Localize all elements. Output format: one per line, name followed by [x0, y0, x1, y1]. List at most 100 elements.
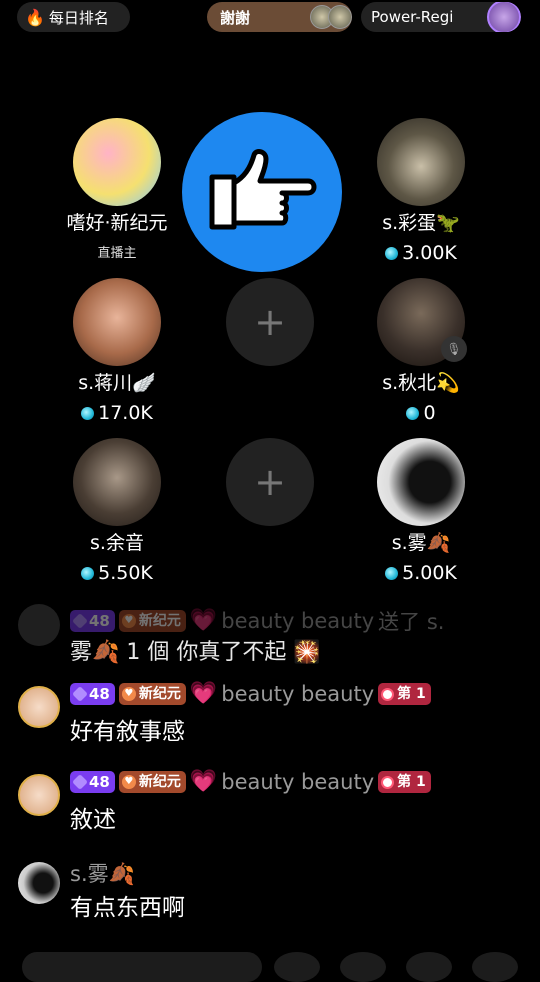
- guest-seat[interactable]: s.蒋川🪽 17.0K: [37, 278, 197, 424]
- heart-icon: 💗: [189, 681, 218, 706]
- alarm-icon: [381, 775, 395, 789]
- region-badge-icon: [487, 2, 521, 32]
- gift-thanks-label: 謝謝: [220, 8, 251, 27]
- diamond-icon: [385, 566, 399, 580]
- level-icon: [72, 686, 88, 702]
- fan-heart-icon: ♥: [121, 775, 136, 789]
- diamond-icon: [81, 566, 95, 580]
- flame-icon: 🔥: [25, 7, 45, 27]
- chat-message-header: 48 ♥ 新纪元 💗 beauty beauty 第 1: [70, 770, 431, 794]
- daily-ranking-button[interactable]: 🔥 每日排名: [17, 2, 130, 32]
- fan-club-name: 新纪元: [138, 686, 181, 702]
- chat-avatar[interactable]: [18, 862, 60, 904]
- diamond-icon: [406, 406, 420, 420]
- chat-message: 48 ♥ 新纪元 💗 beauty beauty 第 1 好有敘事感: [0, 682, 540, 745]
- gifter-avatar-icon: [328, 5, 352, 29]
- heart-icon: 💗: [189, 608, 218, 633]
- guest-avatar: 🎙: [377, 278, 467, 366]
- chat-message: 48 ♥ 新纪元 💗 beauty beauty 送了 s. 雾🍂 1 個 你真了…: [0, 602, 540, 665]
- power-region-button[interactable]: Power-Regi: [361, 2, 521, 32]
- chat-username[interactable]: beauty beauty: [221, 770, 374, 794]
- chat-text: 雾🍂 1 個 你真了不起 🎇: [70, 640, 321, 665]
- chat-text: 敘述: [70, 807, 116, 833]
- guest-score-value: 5.50K: [98, 562, 153, 584]
- toolbar-button[interactable]: [340, 952, 386, 982]
- guest-seat[interactable]: s.彩蛋🦖 3.00K: [341, 118, 501, 264]
- guest-name: s.蒋川🪽: [78, 372, 156, 394]
- chat-message: 48 ♥ 新纪元 💗 beauty beauty 第 1 敘述: [0, 770, 540, 833]
- comment-input[interactable]: [22, 952, 262, 982]
- chat-message: s.雾🍂 有点东西啊: [0, 858, 540, 921]
- guest-name: s.余音: [90, 532, 144, 554]
- chat-avatar[interactable]: [18, 774, 60, 816]
- chat-username: beauty beauty: [221, 609, 375, 633]
- fan-club-badge: ♥ 新纪元: [118, 771, 186, 793]
- fan-club-name: 新纪元: [138, 774, 181, 790]
- chat-avatar: [18, 604, 60, 646]
- toolbar-button[interactable]: [406, 952, 452, 982]
- level-badge: 48: [70, 610, 115, 632]
- guest-seat[interactable]: s.余音 5.50K: [37, 438, 197, 584]
- diamond-icon: [81, 406, 95, 420]
- fan-heart-icon: ♥: [121, 614, 136, 628]
- alarm-icon: [381, 687, 395, 701]
- guest-name: s.秋北💫: [382, 372, 460, 394]
- level-icon: [72, 774, 88, 790]
- guest-seat[interactable]: 🎙 s.秋北💫 0: [341, 278, 501, 424]
- fan-club-badge: ♥ 新纪元: [118, 610, 186, 632]
- level-value: 48: [89, 612, 110, 630]
- fan-heart-icon: ♥: [121, 687, 136, 701]
- rank-value: 第 1: [397, 774, 426, 790]
- heart-icon: 💗: [189, 769, 218, 794]
- chat-text: 有点东西啊: [70, 895, 185, 921]
- fan-club-badge: ♥ 新纪元: [118, 683, 186, 705]
- rank-value: 第 1: [397, 686, 426, 702]
- pointing-hand-icon: [209, 149, 317, 230]
- gift-thanks-banner[interactable]: 謝謝: [207, 2, 352, 32]
- chat-text: 好有敘事感: [70, 719, 185, 745]
- host-avatar: [73, 118, 161, 206]
- guest-avatar: [73, 278, 161, 366]
- chat-message-header: s.雾🍂: [70, 858, 135, 888]
- chat-avatar[interactable]: [18, 686, 60, 728]
- chat-username[interactable]: s.雾🍂: [70, 858, 135, 888]
- guest-score: 3.00K: [341, 242, 501, 264]
- level-value: 48: [89, 773, 110, 791]
- empty-seat-button[interactable]: +: [226, 438, 314, 526]
- guest-name: s.彩蛋🦖: [382, 212, 460, 234]
- chat-text-prefix: 送了 s.: [378, 610, 445, 634]
- host-role-label: 直播主: [97, 246, 137, 261]
- empty-seat-button[interactable]: +: [226, 278, 314, 366]
- rank-badge: 第 1: [378, 683, 431, 705]
- power-region-label: Power-Regi: [371, 8, 454, 26]
- chat-message-header: 48 ♥ 新纪元 💗 beauty beauty 第 1: [70, 682, 431, 706]
- guest-score: 17.0K: [37, 402, 197, 424]
- chat-username[interactable]: beauty beauty: [221, 682, 374, 706]
- host-seat[interactable]: 嗜好·新纪元 直播主: [37, 118, 197, 261]
- guest-score-value: 5.00K: [402, 562, 457, 584]
- host-name: 嗜好·新纪元: [66, 212, 168, 234]
- plus-icon: +: [254, 300, 286, 344]
- daily-ranking-label: 每日排名: [48, 8, 109, 27]
- guest-score-value: 3.00K: [402, 242, 457, 264]
- guest-avatar: [377, 438, 465, 526]
- level-badge: 48: [70, 683, 115, 705]
- guest-score: 5.50K: [37, 562, 197, 584]
- rank-badge: 第 1: [378, 771, 431, 793]
- level-icon: [72, 613, 88, 629]
- plus-icon: +: [254, 460, 286, 504]
- guest-avatar: [377, 118, 465, 206]
- toolbar-button[interactable]: [274, 952, 320, 982]
- guest-avatar: [73, 438, 161, 526]
- chat-message-header: 48 ♥ 新纪元 💗 beauty beauty 送了 s.: [70, 606, 444, 636]
- toolbar-button[interactable]: [472, 952, 518, 982]
- diamond-icon: [385, 246, 399, 260]
- guest-seat[interactable]: s.雾🍂 5.00K: [341, 438, 501, 584]
- guest-score-value: 17.0K: [98, 402, 153, 424]
- pointing-hand-sticker: [182, 112, 342, 272]
- guest-score: 5.00K: [341, 562, 501, 584]
- guest-name: s.雾🍂: [391, 532, 451, 554]
- level-value: 48: [89, 685, 110, 703]
- level-badge: 48: [70, 771, 115, 793]
- mic-muted-icon: 🎙: [441, 336, 467, 362]
